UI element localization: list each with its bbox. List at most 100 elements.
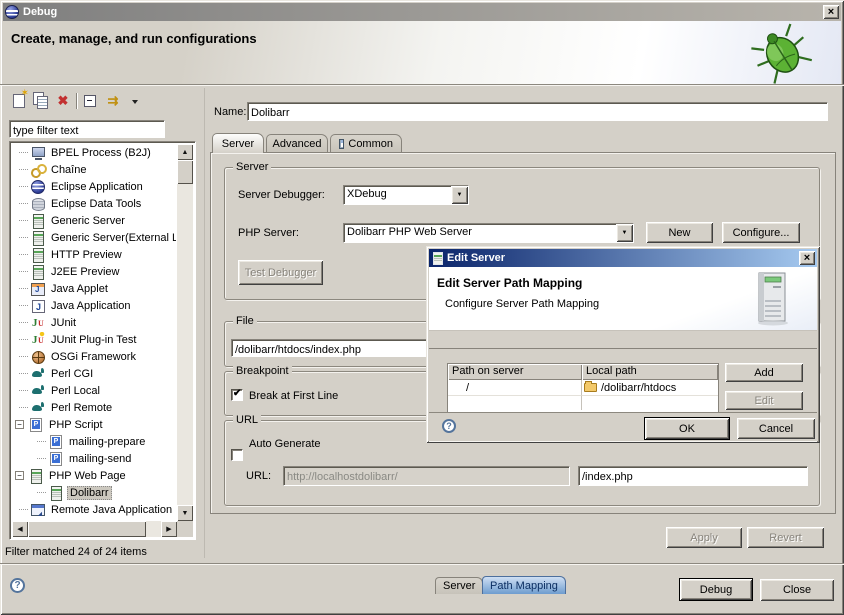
configure-button[interactable]: Configure... [722,222,800,243]
tree-item[interactable]: − PHP Script [12,416,176,433]
menu-dropdown-icon[interactable] [124,90,146,112]
osgi-icon [30,349,46,365]
filter-icon[interactable] [102,90,124,112]
tree-item[interactable]: − OSGi Framework [12,348,176,365]
tree-item-label: Eclipse Application [49,180,145,194]
cancel-button[interactable]: Cancel [737,418,815,439]
tree-item[interactable]: − Eclipse Application [12,178,176,195]
debug-button[interactable]: Debug [679,578,753,601]
server-debugger-combo[interactable]: XDebug ▼ [343,185,469,205]
auto-generate-checkbox[interactable] [231,449,243,461]
collapse-expander-icon[interactable]: − [15,420,24,429]
close-icon[interactable]: × [823,5,839,19]
help-icon[interactable]: ? [10,578,25,593]
database-icon [30,196,46,212]
combo-dropdown-icon[interactable]: ▼ [616,224,633,242]
php-web-icon [28,468,44,484]
junit-plugin-icon [30,332,46,348]
tree-vertical-scrollbar[interactable]: ▲ ▼ [177,144,193,521]
url-base-field[interactable] [284,468,569,486]
close-icon[interactable]: × [799,251,815,265]
table-empty-row[interactable] [582,395,718,410]
tree-toolbar [8,90,204,116]
banner-separator [0,84,844,86]
edit-server-tab-path-mapping[interactable]: Path Mapping [482,576,566,594]
url-path-field[interactable] [579,468,807,486]
new-config-icon[interactable] [8,90,30,112]
help-icon[interactable]: ? [442,419,456,433]
horizontal-scroll-thumb[interactable] [28,521,146,537]
scroll-down-icon[interactable]: ▼ [177,505,193,521]
scroll-left-icon[interactable]: ◀ [12,521,28,537]
path-mapping-table[interactable]: Path on server Local path / /dolibarr/ht… [447,363,719,412]
tree-item[interactable]: − HTTP Preview [12,246,176,263]
column-header[interactable]: Local path [582,364,718,380]
tree-item[interactable]: − JUnit [12,314,176,331]
url-path-field-box [578,466,808,486]
breakpoint-group-title: Breakpoint [233,365,292,377]
column-header[interactable]: Path on server [448,364,582,380]
server-icon [30,230,46,246]
tab-advanced[interactable]: Advanced [266,134,328,153]
perl-icon [30,383,46,399]
scroll-right-icon[interactable]: ▶ [161,521,177,537]
server-debugger-label: Server Debugger: [238,189,325,201]
tree-item[interactable]: − Eclipse Data Tools [12,195,176,212]
tree-item-label: J2EE Preview [49,265,121,279]
tree-item[interactable]: − PHP Web Page [12,467,176,484]
tree-horizontal-scrollbar[interactable]: ◀ ▶ [12,521,177,537]
php-server-value: Dolibarr PHP Web Server [344,224,616,242]
tree-item-label: JUnit [49,316,78,330]
php-script-icon [28,417,44,433]
tree-item[interactable]: − Remote Java Application [12,501,176,518]
tree-item-label: Generic Server [49,214,127,228]
tree-item-label: mailing-prepare [67,435,147,449]
tree-item[interactable]: − Perl CGI [12,365,176,382]
tab-server[interactable]: Server [212,133,264,153]
scrollbar-corner [177,521,193,537]
tree-item[interactable]: − BPEL Process (B2J) [12,144,176,161]
combo-dropdown-icon[interactable]: ▼ [451,186,468,204]
scroll-up-icon[interactable]: ▲ [177,144,193,160]
name-field-box [247,102,828,121]
table-empty-row[interactable] [448,395,582,410]
tree-item[interactable]: − Chaîne [12,161,176,178]
test-debugger-button[interactable]: Test Debugger [238,260,323,285]
apply-button[interactable]: Apply [666,527,742,548]
delete-icon[interactable] [52,90,74,112]
vertical-scroll-thumb[interactable] [177,160,193,184]
tab-common[interactable]: Common [330,134,402,153]
tree-item[interactable]: − JUnit Plug-in Test [12,331,176,348]
php-server-combo[interactable]: Dolibarr PHP Web Server ▼ [343,223,634,243]
new-server-button[interactable]: New [646,222,713,243]
tree-item[interactable]: − Java Applet [12,280,176,297]
tree-item[interactable]: − Generic Server [12,212,176,229]
tree-item[interactable]: − Dolibarr [12,484,176,501]
filter-input[interactable] [10,123,164,139]
edit-mapping-button[interactable]: Edit [725,391,803,410]
close-button[interactable]: Close [760,579,834,601]
tree-item[interactable]: − Java Application [12,297,176,314]
duplicate-icon[interactable] [30,90,52,112]
collapse-expander-icon[interactable]: − [15,471,24,480]
tree-item[interactable]: − Perl Local [12,382,176,399]
tab-common-label: Common [348,138,393,150]
revert-button[interactable]: Revert [747,527,824,548]
tree-item[interactable]: − mailing-prepare [12,433,176,450]
name-field[interactable] [248,105,827,122]
ok-button[interactable]: OK [644,417,730,440]
chain-icon [30,162,46,178]
edit-server-tab-server[interactable]: Server [435,577,483,594]
server-icon [30,264,46,280]
collapse-all-icon[interactable] [80,90,102,112]
break-first-line-checkbox[interactable] [231,389,243,401]
table-cell-local-path[interactable]: /dolibarr/htdocs [582,380,718,395]
tree-item[interactable]: − mailing-send [12,450,176,467]
tree-item[interactable]: − J2EE Preview [12,263,176,280]
config-tree-box: − BPEL Process (B2J) − Chaîne − Eclipse … [9,141,196,540]
panel-splitter[interactable] [204,88,206,558]
table-cell-server-path[interactable]: / [448,380,582,395]
tree-item[interactable]: − Perl Remote [12,399,176,416]
tree-item[interactable]: − Generic Server(External La [12,229,176,246]
add-mapping-button[interactable]: Add [725,363,803,382]
